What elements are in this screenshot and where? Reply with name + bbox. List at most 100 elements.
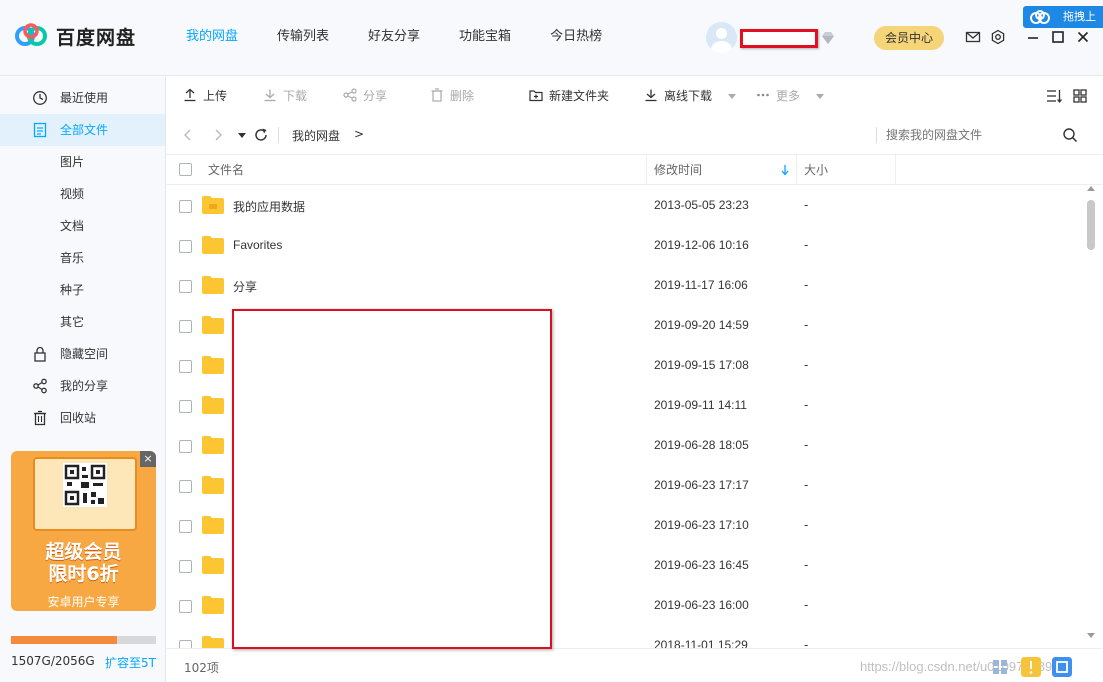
sidebar-item-recent[interactable]: 最近使用 [0, 82, 165, 114]
column-header-size[interactable]: 大小 [804, 155, 828, 185]
sidebar-item-other[interactable]: 其它 [0, 306, 165, 338]
chevron-down-icon [727, 94, 736, 99]
row-checkbox[interactable] [179, 440, 192, 453]
avatar[interactable] [706, 22, 737, 53]
folder-icon [202, 596, 224, 614]
close-icon[interactable] [1075, 29, 1091, 45]
gear-icon[interactable] [990, 29, 1006, 45]
tab-hot-list[interactable]: 今日热榜 [536, 0, 616, 76]
trash-icon [431, 88, 443, 102]
sidebar-item-hidden-space[interactable]: 隐藏空间 [0, 338, 165, 370]
sidebar-item-documents[interactable]: 文档 [0, 210, 165, 242]
more-button[interactable]: 更多 [756, 87, 824, 105]
table-row[interactable]: 我的应用数据 2013-05-05 23:23 - [166, 186, 1086, 226]
column-header-modified[interactable]: 修改时间 [654, 155, 702, 185]
row-checkbox[interactable] [179, 400, 192, 413]
history-dropdown-icon[interactable] [234, 127, 250, 143]
diamond-icon[interactable] [820, 30, 836, 46]
download-button[interactable]: 下载 [263, 87, 307, 105]
back-icon[interactable] [180, 127, 196, 143]
drag-upload-tip[interactable]: 拖拽上 [1023, 6, 1103, 28]
sidebar-item-music[interactable]: 音乐 [0, 242, 165, 274]
apps-icon[interactable] [990, 657, 1010, 677]
vertical-scrollbar[interactable] [1084, 186, 1098, 648]
file-modified: 2019-09-15 17:08 [654, 358, 749, 372]
folder-icon [202, 636, 224, 648]
delete-label: 删除 [450, 89, 475, 103]
sidebar-item-videos[interactable]: 视频 [0, 178, 165, 210]
row-checkbox[interactable] [179, 600, 192, 613]
scroll-up-arrow-icon[interactable] [1087, 186, 1095, 191]
share-button[interactable]: 分享 [343, 87, 387, 105]
column-header-name[interactable]: 文件名 [208, 155, 244, 185]
file-name[interactable]: 分享 [233, 278, 257, 295]
promo-close-button[interactable]: × [140, 451, 156, 467]
sort-arrow-icon[interactable] [779, 164, 791, 176]
file-size: - [804, 278, 809, 292]
address-bar: 我的网盘 > [166, 115, 1103, 155]
more-label: 更多 [776, 89, 801, 103]
row-checkbox[interactable] [179, 320, 192, 333]
document-icon [33, 122, 47, 138]
row-checkbox[interactable] [179, 280, 192, 293]
tab-transfer-list[interactable]: 传输列表 [263, 0, 343, 76]
row-checkbox[interactable] [179, 480, 192, 493]
promo-banner[interactable]: × 超级会员 限时6折 安卓用户专享 [11, 451, 156, 611]
file-modified: 2019-06-23 17:17 [654, 478, 749, 492]
refresh-icon[interactable] [253, 127, 269, 143]
row-checkbox[interactable] [179, 360, 192, 373]
tab-toolbox[interactable]: 功能宝箱 [445, 0, 525, 76]
sidebar-item-all-files[interactable]: 全部文件 [0, 114, 165, 146]
file-name[interactable]: Favorites [233, 238, 282, 252]
table-row[interactable]: Favorites 2019-12-06 10:16 - [166, 226, 1086, 266]
offline-download-button[interactable]: 离线下载 [644, 87, 736, 105]
divider [876, 127, 877, 143]
row-checkbox[interactable] [179, 640, 192, 648]
sidebar-item-label: 隐藏空间 [60, 347, 109, 361]
main-nav: 我的网盘 传输列表 好友分享 功能宝箱 今日热榜 [172, 0, 627, 76]
mail-icon[interactable] [965, 29, 981, 45]
maximize-icon[interactable] [1050, 29, 1066, 45]
new-folder-button[interactable]: 新建文件夹 [529, 87, 609, 105]
clock-icon [33, 91, 47, 105]
expand-storage-link[interactable]: 扩容至5T [105, 654, 156, 671]
notification-icon[interactable] [1021, 657, 1041, 677]
table-row[interactable]: 分享 2019-11-17 16:06 - [166, 266, 1086, 306]
folder-icon [202, 356, 224, 374]
upload-label: 上传 [203, 89, 228, 103]
sidebar-item-label: 全部文件 [60, 123, 109, 137]
sort-icon[interactable] [1046, 88, 1062, 104]
row-checkbox[interactable] [179, 240, 192, 253]
transfer-icon[interactable] [1052, 657, 1072, 677]
tab-friend-share[interactable]: 好友分享 [354, 0, 434, 76]
upload-button[interactable]: 上传 [183, 87, 227, 105]
toolbar: 上传 下载 分享 删除 新建文件夹 离线下载 更多 [166, 77, 1103, 115]
storage-quota-fill [11, 636, 118, 644]
scroll-thumb[interactable] [1087, 200, 1095, 250]
row-checkbox[interactable] [179, 200, 192, 213]
sidebar-item-recycle-bin[interactable]: 回收站 [0, 402, 165, 434]
vip-center-button[interactable]: 会员中心 [874, 26, 944, 50]
sidebar-item-my-shares[interactable]: 我的分享 [0, 370, 165, 402]
row-checkbox[interactable] [179, 560, 192, 573]
search-icon[interactable] [1062, 127, 1078, 143]
search-input[interactable] [886, 125, 1076, 145]
row-checkbox[interactable] [179, 520, 192, 533]
select-all-checkbox[interactable] [179, 163, 192, 176]
delete-button[interactable]: 删除 [430, 87, 474, 105]
scroll-down-arrow-icon[interactable] [1087, 633, 1095, 638]
sidebar-item-images[interactable]: 图片 [0, 146, 165, 178]
minimize-icon[interactable] [1025, 29, 1041, 45]
forward-icon[interactable] [210, 127, 226, 143]
storage-quota-text: 1507G/2056G [11, 654, 95, 668]
file-size: - [804, 598, 809, 612]
file-name[interactable]: 我的应用数据 [233, 198, 305, 215]
tab-my-disk[interactable]: 我的网盘 [172, 0, 252, 76]
grid-view-icon[interactable] [1072, 88, 1088, 104]
sidebar-item-torrents[interactable]: 种子 [0, 274, 165, 306]
breadcrumb-root[interactable]: 我的网盘 [292, 127, 340, 144]
download-icon [264, 89, 276, 102]
cloud-icon [1030, 10, 1050, 24]
sidebar-item-label: 其它 [60, 315, 85, 329]
username-redacted[interactable] [740, 29, 818, 48]
